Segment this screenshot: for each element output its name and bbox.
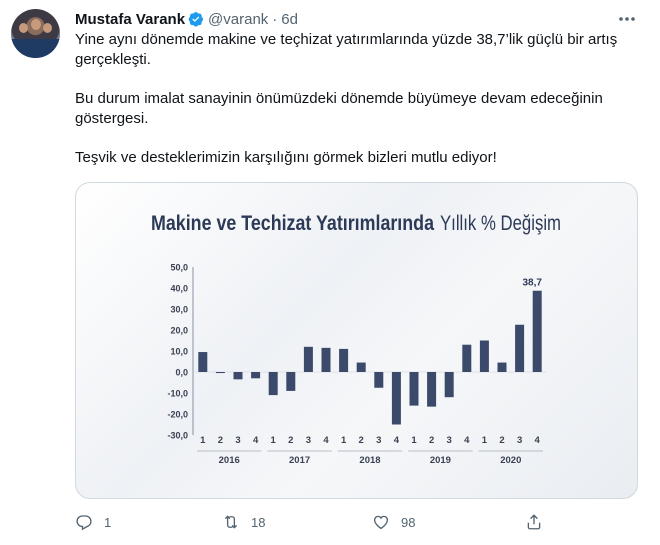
year-label: 2017 — [289, 455, 310, 466]
reply-button[interactable]: 1 — [75, 510, 111, 534]
tweet-paragraph: Teşvik ve desteklerimizin karşılığını gö… — [75, 149, 497, 166]
x-tick-label: 3 — [447, 435, 452, 446]
like-count: 98 — [401, 514, 416, 530]
tweet-actions: 1 18 98 — [75, 510, 555, 534]
x-tick-label: 1 — [341, 435, 347, 446]
bar — [251, 372, 261, 379]
x-tick-label: 3 — [235, 435, 240, 446]
verified-badge-icon — [188, 12, 204, 27]
bar — [286, 372, 296, 391]
like-button[interactable]: 98 — [372, 510, 415, 534]
bar — [339, 348, 349, 372]
bar — [497, 362, 507, 372]
tweet-header: Mustafa Varank @varank · 6d — [75, 9, 298, 29]
y-tick-label: -10,0 — [167, 389, 188, 399]
y-tick-label: -30,0 — [167, 431, 188, 441]
tweet-paragraph: Bu durum imalat sanayinin önümüzdeki dön… — [75, 90, 603, 127]
separator-dot: · — [272, 10, 278, 28]
avatar[interactable] — [11, 9, 60, 58]
bar — [409, 372, 419, 406]
tweet-image[interactable]: Makine ve Techizat Yatırımlarında Yıllık… — [75, 182, 638, 499]
x-tick-label: 3 — [376, 435, 381, 446]
year-label: 2018 — [359, 455, 380, 466]
x-tick-label: 4 — [394, 435, 400, 446]
bar — [215, 372, 225, 374]
tweet[interactable]: Mustafa Varank @varank · 6d Yine aynı dö… — [0, 0, 660, 545]
x-tick-label: 4 — [253, 435, 259, 446]
bar — [356, 362, 366, 372]
reply-icon — [76, 515, 92, 531]
y-tick-label: -20,0 — [167, 410, 188, 420]
y-tick-label: 50,0 — [170, 263, 188, 273]
share-button[interactable] — [525, 510, 543, 534]
retweet-count: 18 — [251, 514, 266, 530]
bar-chart: Makine ve Techizat Yatırımlarında Yıllık… — [151, 212, 561, 466]
x-tick-label: 1 — [200, 435, 206, 446]
y-tick-label: 40,0 — [170, 284, 188, 294]
year-label: 2020 — [500, 455, 521, 466]
x-tick-label: 4 — [535, 435, 541, 446]
bar — [198, 352, 208, 372]
share-icon — [527, 514, 541, 530]
x-tick-label: 1 — [482, 435, 488, 446]
bar — [303, 346, 313, 372]
tweet-paragraph: Yine aynı dönemde makine ve teçhizat yat… — [75, 31, 618, 68]
y-tick-label: 30,0 — [170, 305, 188, 315]
author-name[interactable]: Mustafa Varank — [75, 11, 185, 28]
tweet-timestamp[interactable]: 6d — [281, 11, 298, 28]
bar — [321, 347, 331, 372]
retweet-icon — [224, 515, 238, 529]
chart-title-bold: Makine ve Techizat Yatırımlarında — [151, 212, 434, 235]
x-tick-label: 2 — [218, 435, 223, 446]
retweet-button[interactable]: 18 — [222, 510, 265, 534]
x-tick-label: 2 — [359, 435, 364, 446]
reply-count: 1 — [104, 514, 112, 530]
x-tick-label: 4 — [323, 435, 329, 446]
x-tick-label: 2 — [499, 435, 504, 446]
more-icon[interactable] — [616, 9, 638, 29]
y-tick-label: 20,0 — [170, 326, 188, 336]
bar — [515, 324, 525, 372]
bar — [391, 372, 401, 425]
x-tick-label: 1 — [411, 435, 417, 446]
y-tick-label: 0,0 — [175, 368, 188, 378]
x-tick-label: 2 — [429, 435, 434, 446]
x-tick-label: 3 — [306, 435, 311, 446]
bar — [479, 340, 489, 372]
x-tick-label: 2 — [288, 435, 293, 446]
year-label: 2016 — [219, 455, 240, 466]
year-label: 2019 — [430, 455, 451, 466]
bar — [374, 372, 384, 388]
bar — [462, 344, 472, 372]
data-label: 38,7 — [522, 278, 542, 289]
bar — [233, 372, 243, 380]
y-tick-label: 10,0 — [170, 347, 188, 357]
x-tick-label: 4 — [464, 435, 470, 446]
author-handle[interactable]: @varank — [208, 11, 268, 28]
bar — [268, 372, 278, 396]
bar — [444, 372, 454, 398]
tweet-text: Yine aynı dönemde makine ve teçhizat yat… — [75, 30, 630, 187]
like-icon — [373, 515, 389, 530]
x-tick-label: 1 — [271, 435, 277, 446]
bar — [427, 372, 437, 407]
bar — [532, 290, 542, 372]
chart-title-light: Yıllık % Değişim — [440, 212, 561, 235]
x-tick-label: 3 — [517, 435, 522, 446]
